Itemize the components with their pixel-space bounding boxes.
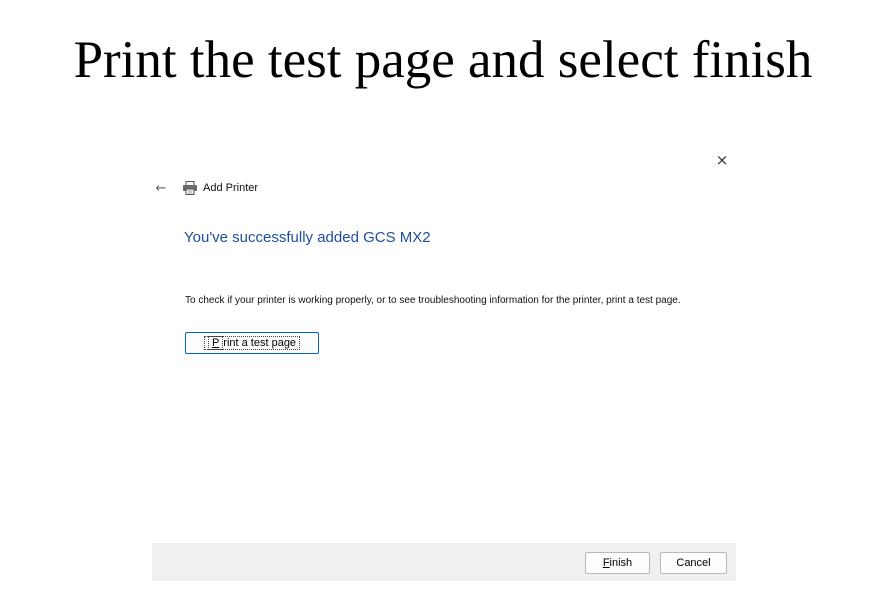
button-label-rest: inish bbox=[609, 557, 633, 569]
back-arrow-icon[interactable]: ← bbox=[153, 180, 169, 196]
print-test-page-button[interactable]: Print a test page bbox=[185, 332, 319, 354]
dialog-footer: Finish Cancel bbox=[152, 543, 736, 581]
finish-button[interactable]: Finish bbox=[585, 552, 650, 574]
slide-title: Print the test page and select finish bbox=[73, 31, 813, 89]
info-text: To check if your printer is working prop… bbox=[185, 295, 681, 306]
close-icon[interactable]: × bbox=[712, 150, 732, 170]
accelerator-key: F bbox=[602, 557, 610, 569]
add-printer-dialog: × ← Add Printer You've successfully adde… bbox=[152, 145, 736, 581]
wizard-header: Add Printer bbox=[182, 181, 258, 195]
wizard-title: Add Printer bbox=[203, 182, 259, 194]
success-heading: You've successfully added GCS MX2 bbox=[184, 229, 431, 246]
button-label-rest: rint a test page bbox=[223, 337, 297, 349]
printer-icon bbox=[182, 181, 198, 195]
accelerator-key: P bbox=[207, 336, 224, 350]
print-test-page-label: Print a test page bbox=[203, 336, 301, 350]
cancel-button[interactable]: Cancel bbox=[660, 552, 727, 574]
